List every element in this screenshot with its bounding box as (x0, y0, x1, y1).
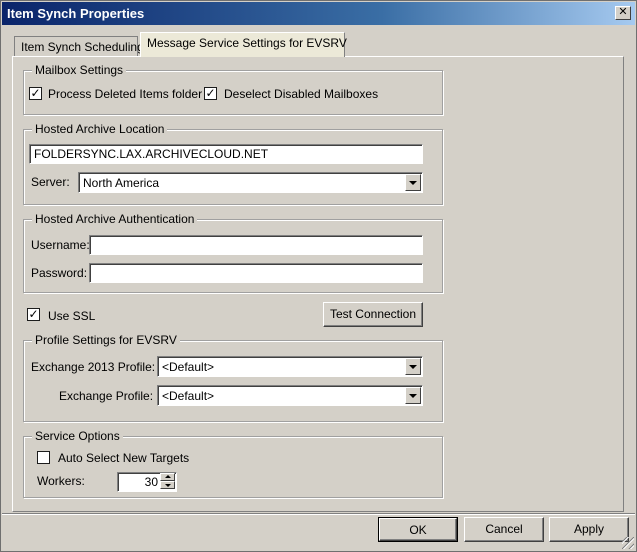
exchange-profile-label: Exchange Profile: (59, 389, 154, 403)
exchange-profile-value: <Default> (162, 389, 215, 403)
group-legend: Service Options (32, 429, 123, 443)
deselect-disabled-label: Deselect Disabled Mailboxes (224, 87, 379, 101)
resize-grip-icon[interactable] (622, 537, 634, 549)
exchange2013-profile-label: Exchange 2013 Profile: (31, 360, 156, 374)
dialog-window: Item Synch Properties ✕ Item Synch Sched… (0, 0, 637, 552)
username-label: Username: (31, 238, 90, 252)
group-legend: Profile Settings for EVSRV (32, 333, 180, 347)
workers-value: 30 (144, 475, 158, 489)
window-title: Item Synch Properties (7, 6, 145, 21)
tab-label: Message Service Settings for EVSRV (147, 36, 347, 50)
tab-item-synch-scheduling[interactable]: Item Synch Scheduling (14, 36, 144, 57)
ok-button[interactable]: OK (378, 517, 458, 542)
exchange2013-profile-value: <Default> (162, 360, 215, 374)
password-input[interactable] (89, 263, 423, 283)
close-icon[interactable]: ✕ (615, 6, 631, 20)
spin-down-icon[interactable] (160, 481, 175, 489)
auto-select-checkbox[interactable] (37, 451, 50, 464)
tab-label: Item Synch Scheduling (21, 40, 144, 54)
service-options-group: Service Options Auto Select New Targets … (23, 429, 443, 498)
mailbox-settings-group: Mailbox Settings ✓ Process Deleted Items… (23, 63, 443, 115)
tab-message-service-settings[interactable]: Message Service Settings for EVSRV (140, 32, 347, 57)
spin-up-icon[interactable] (160, 473, 175, 481)
workers-stepper[interactable]: 30 (117, 472, 177, 492)
test-connection-button[interactable]: Test Connection (323, 302, 423, 327)
group-legend: Hosted Archive Authentication (32, 212, 198, 226)
footer-separator (2, 513, 635, 515)
exchange2013-profile-select[interactable]: <Default> (157, 356, 423, 377)
chevron-down-icon[interactable] (405, 387, 421, 404)
chevron-down-icon[interactable] (405, 358, 421, 375)
profile-settings-group: Profile Settings for EVSRV Exchange 2013… (23, 333, 443, 422)
use-ssl-checkbox[interactable]: ✓ (27, 308, 40, 321)
group-legend: Hosted Archive Location (32, 122, 168, 136)
chevron-down-icon[interactable] (405, 174, 421, 191)
server-value: North America (83, 176, 160, 190)
hosted-archive-auth-group: Hosted Archive Authentication Username: … (23, 212, 443, 293)
cancel-button[interactable]: Cancel (464, 517, 544, 542)
process-deleted-label: Process Deleted Items folder (48, 87, 203, 101)
username-input[interactable] (89, 235, 423, 255)
apply-button[interactable]: Apply (549, 517, 629, 542)
exchange-profile-select[interactable]: <Default> (157, 385, 423, 406)
group-legend: Mailbox Settings (32, 63, 127, 77)
server-label: Server: (31, 175, 70, 189)
process-deleted-checkbox[interactable]: ✓ (29, 87, 42, 100)
workers-label: Workers: (37, 474, 85, 488)
auto-select-label: Auto Select New Targets (58, 451, 190, 465)
server-select[interactable]: North America (78, 172, 423, 193)
tab-panel: Mailbox Settings ✓ Process Deleted Items… (12, 56, 624, 512)
use-ssl-label: Use SSL (48, 309, 96, 323)
title-bar: Item Synch Properties ✕ (2, 2, 635, 25)
archive-url-input[interactable]: FOLDERSYNC.LAX.ARCHIVECLOUD.NET (29, 144, 423, 164)
password-label: Password: (31, 266, 88, 280)
hosted-archive-location-group: Hosted Archive Location FOLDERSYNC.LAX.A… (23, 122, 443, 205)
deselect-disabled-checkbox[interactable]: ✓ (204, 87, 217, 100)
